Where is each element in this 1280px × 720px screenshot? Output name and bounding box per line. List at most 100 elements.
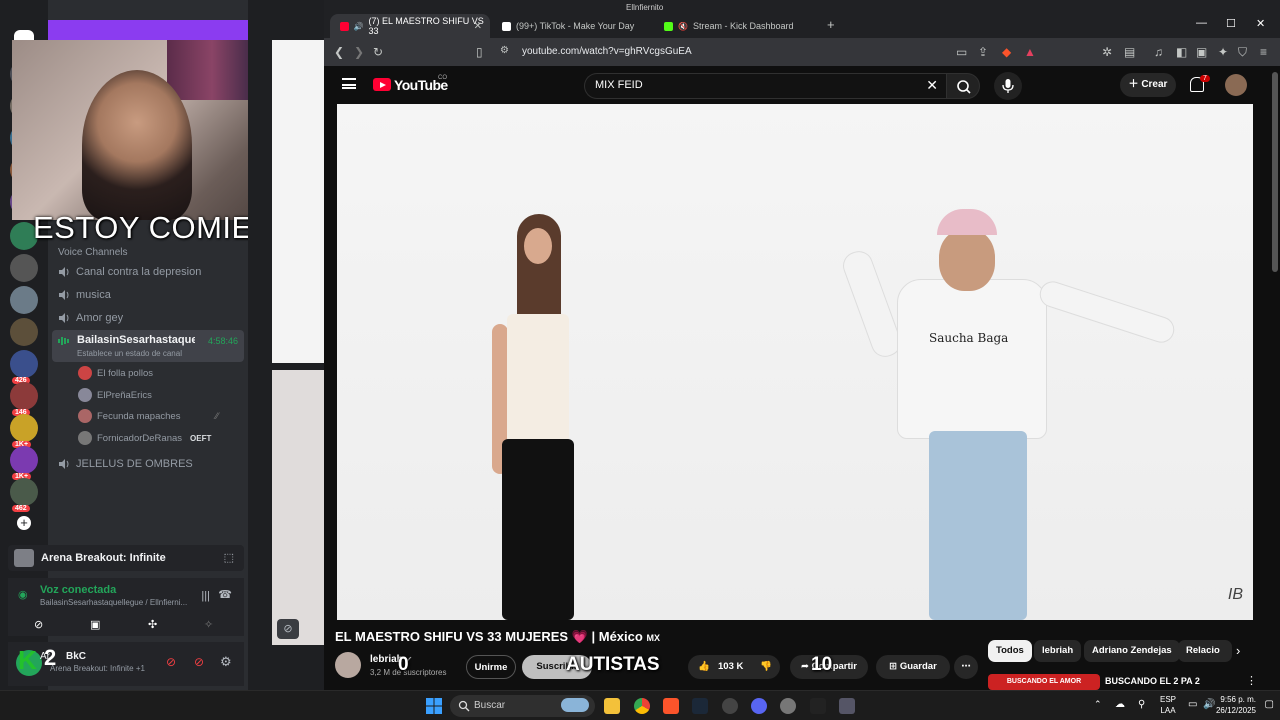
like-icon[interactable]: 👍: [698, 655, 710, 679]
network-icon[interactable]: ▭: [1188, 699, 1197, 710]
chip-adriano[interactable]: Adriano Zendejas: [1084, 640, 1180, 662]
server-icon[interactable]: 426: [10, 350, 38, 384]
audio-icon[interactable]: 🔊: [354, 22, 364, 31]
server-icon[interactable]: 1K+: [10, 414, 38, 448]
voice-channel[interactable]: Amor gey: [58, 312, 123, 324]
chip-relacionados[interactable]: Relacio: [1178, 640, 1232, 662]
voice-channel[interactable]: JELELUS DE OMBRES: [58, 458, 193, 470]
more-actions-icon[interactable]: ⋯: [954, 655, 978, 679]
clear-search-icon[interactable]: ✕: [926, 77, 938, 94]
screen-share-icon[interactable]: ▣: [90, 618, 100, 631]
vpn-icon[interactable]: ⛉: [1238, 45, 1247, 60]
split-view-icon[interactable]: ◧: [1176, 45, 1187, 59]
voice-member[interactable]: Fecunda mapaches ⁄⁄: [78, 409, 219, 423]
maximize-button[interactable]: ☐: [1226, 17, 1236, 30]
voice-member[interactable]: El folla pollos: [78, 366, 153, 380]
close-window-button[interactable]: ✕: [1256, 17, 1265, 30]
channel-status[interactable]: Establece un estado de canal: [77, 349, 182, 358]
notification-center-icon[interactable]: ▢: [1265, 699, 1274, 710]
window-app-icon[interactable]: [839, 698, 855, 714]
clock[interactable]: 9:56 p. m. 26/12/2025: [1216, 694, 1256, 716]
game-activity-bar[interactable]: Arena Breakout: Infinite ⬚: [8, 545, 244, 571]
chrome-icon[interactable]: [634, 698, 650, 714]
disconnect-icon[interactable]: ☎: [218, 588, 232, 601]
server-icon[interactable]: [10, 318, 38, 346]
discord-taskbar-icon[interactable]: [751, 698, 767, 714]
server-icon[interactable]: 1K+: [10, 446, 38, 480]
wallet-icon[interactable]: ▣: [1196, 45, 1207, 59]
account-avatar[interactable]: [1225, 74, 1247, 96]
settings-app-icon[interactable]: [722, 698, 738, 714]
chevron-right-icon[interactable]: ›: [1236, 643, 1240, 658]
hamburger-menu-icon[interactable]: [342, 78, 356, 89]
voice-channels-header[interactable]: Voice Channels: [58, 247, 128, 258]
search-box[interactable]: MIX FEID ✕: [584, 73, 946, 99]
chip-todos[interactable]: Todos: [988, 640, 1032, 662]
deafen-icon[interactable]: ⊘: [194, 655, 204, 669]
voice-member[interactable]: ElPreñaErics: [78, 388, 152, 402]
sidebar-icon[interactable]: ▤: [1124, 45, 1135, 59]
minimize-button[interactable]: —: [1196, 17, 1207, 29]
brave-rewards-icon[interactable]: ▲: [1024, 45, 1036, 59]
save-button[interactable]: ⊞ Guardar: [876, 655, 950, 679]
voice-channel[interactable]: musica: [58, 289, 111, 301]
site-info-icon[interactable]: ⚙: [500, 45, 509, 56]
volume-icon[interactable]: 🔊: [1203, 699, 1215, 710]
server-icon[interactable]: 146: [10, 382, 38, 416]
camera-off-icon[interactable]: ⊘: [34, 618, 43, 631]
voice-channel-path[interactable]: BailasinSesarhastaquellegue / Ellnfierni…: [40, 598, 190, 607]
channel-watermark[interactable]: IB: [1228, 586, 1243, 604]
chip-lebriah[interactable]: lebriah: [1034, 640, 1082, 662]
tab-kick[interactable]: 🔇 Stream - Kick Dashboard: [654, 14, 822, 38]
back-icon[interactable]: ❮: [334, 45, 344, 59]
recommended-more-icon[interactable]: ⋮: [1246, 674, 1257, 687]
active-voice-channel[interactable]: BailasinSesarhastaque... Establece un es…: [52, 330, 244, 362]
stream-mute-icon[interactable]: ⊘: [277, 619, 299, 639]
recommended-thumbnail[interactable]: BUSCANDO EL AMOR: [988, 674, 1100, 690]
search-button[interactable]: [946, 73, 980, 99]
youtube-logo-icon[interactable]: [373, 78, 391, 91]
search-input[interactable]: MIX FEID: [595, 79, 643, 91]
brave-shield-icon[interactable]: ◆: [1002, 45, 1011, 59]
muted-audio-icon[interactable]: 🔇: [678, 22, 688, 31]
voice-channel[interactable]: Canal contra la depresion: [58, 266, 201, 278]
create-button[interactable]: ＋ Crear: [1120, 73, 1176, 97]
steam-icon[interactable]: [692, 698, 708, 714]
activities-icon[interactable]: ✣: [148, 618, 157, 631]
onedrive-icon[interactable]: ☁: [1115, 699, 1125, 710]
noise-suppression-icon[interactable]: |||: [201, 590, 210, 602]
game-overlay-icon[interactable]: ⬚: [224, 551, 234, 564]
dislike-icon[interactable]: 👎: [760, 655, 772, 679]
mic-tray-icon[interactable]: ⚲: [1138, 699, 1145, 710]
settings-gear-icon[interactable]: ⚙: [220, 654, 232, 670]
cast-icon[interactable]: ▭: [956, 45, 967, 59]
new-tab-button[interactable]: +: [827, 17, 835, 32]
join-button[interactable]: Unirme: [466, 655, 516, 679]
voice-member[interactable]: FornicadorDeRanas OEFT: [78, 431, 211, 445]
server-icon[interactable]: 462: [10, 478, 38, 512]
brave-icon[interactable]: [663, 698, 679, 714]
file-explorer-icon[interactable]: [604, 698, 620, 714]
tab-tiktok[interactable]: (99+) TikTok - Make Your Day: [492, 14, 652, 38]
gear-app-icon[interactable]: [780, 698, 796, 714]
reload-icon[interactable]: ↻: [373, 45, 383, 59]
recommended-title[interactable]: BUSCANDO EL 2 PA 2: [1105, 676, 1200, 686]
like-count[interactable]: 103 K: [718, 655, 743, 679]
voice-search-button[interactable]: [994, 72, 1022, 100]
server-icon[interactable]: [10, 286, 38, 314]
address-bar[interactable]: youtube.com/watch?v=ghRVcgsGuEA: [522, 46, 692, 57]
server-icon[interactable]: [10, 254, 38, 282]
extensions-icon[interactable]: ✲: [1102, 45, 1112, 59]
leo-ai-icon[interactable]: ✦: [1218, 45, 1228, 59]
menu-icon[interactable]: ≡: [1260, 45, 1267, 59]
add-server-icon[interactable]: +: [17, 516, 31, 530]
taskbar-search[interactable]: Buscar: [450, 695, 595, 717]
input-language[interactable]: ESP LAA: [1160, 694, 1176, 716]
media-icon[interactable]: ♫: [1154, 45, 1163, 59]
tab-youtube[interactable]: 🔊 (7) EL MAESTRO SHIFU VS 33 ✕: [330, 14, 490, 38]
audio-app-icon[interactable]: [810, 698, 826, 714]
tray-overflow-icon[interactable]: ⌃: [1094, 699, 1102, 710]
forward-icon[interactable]: ❯: [354, 45, 364, 59]
page-scrollbar[interactable]: [1272, 72, 1278, 272]
mic-muted-icon[interactable]: ⊘: [166, 655, 176, 669]
